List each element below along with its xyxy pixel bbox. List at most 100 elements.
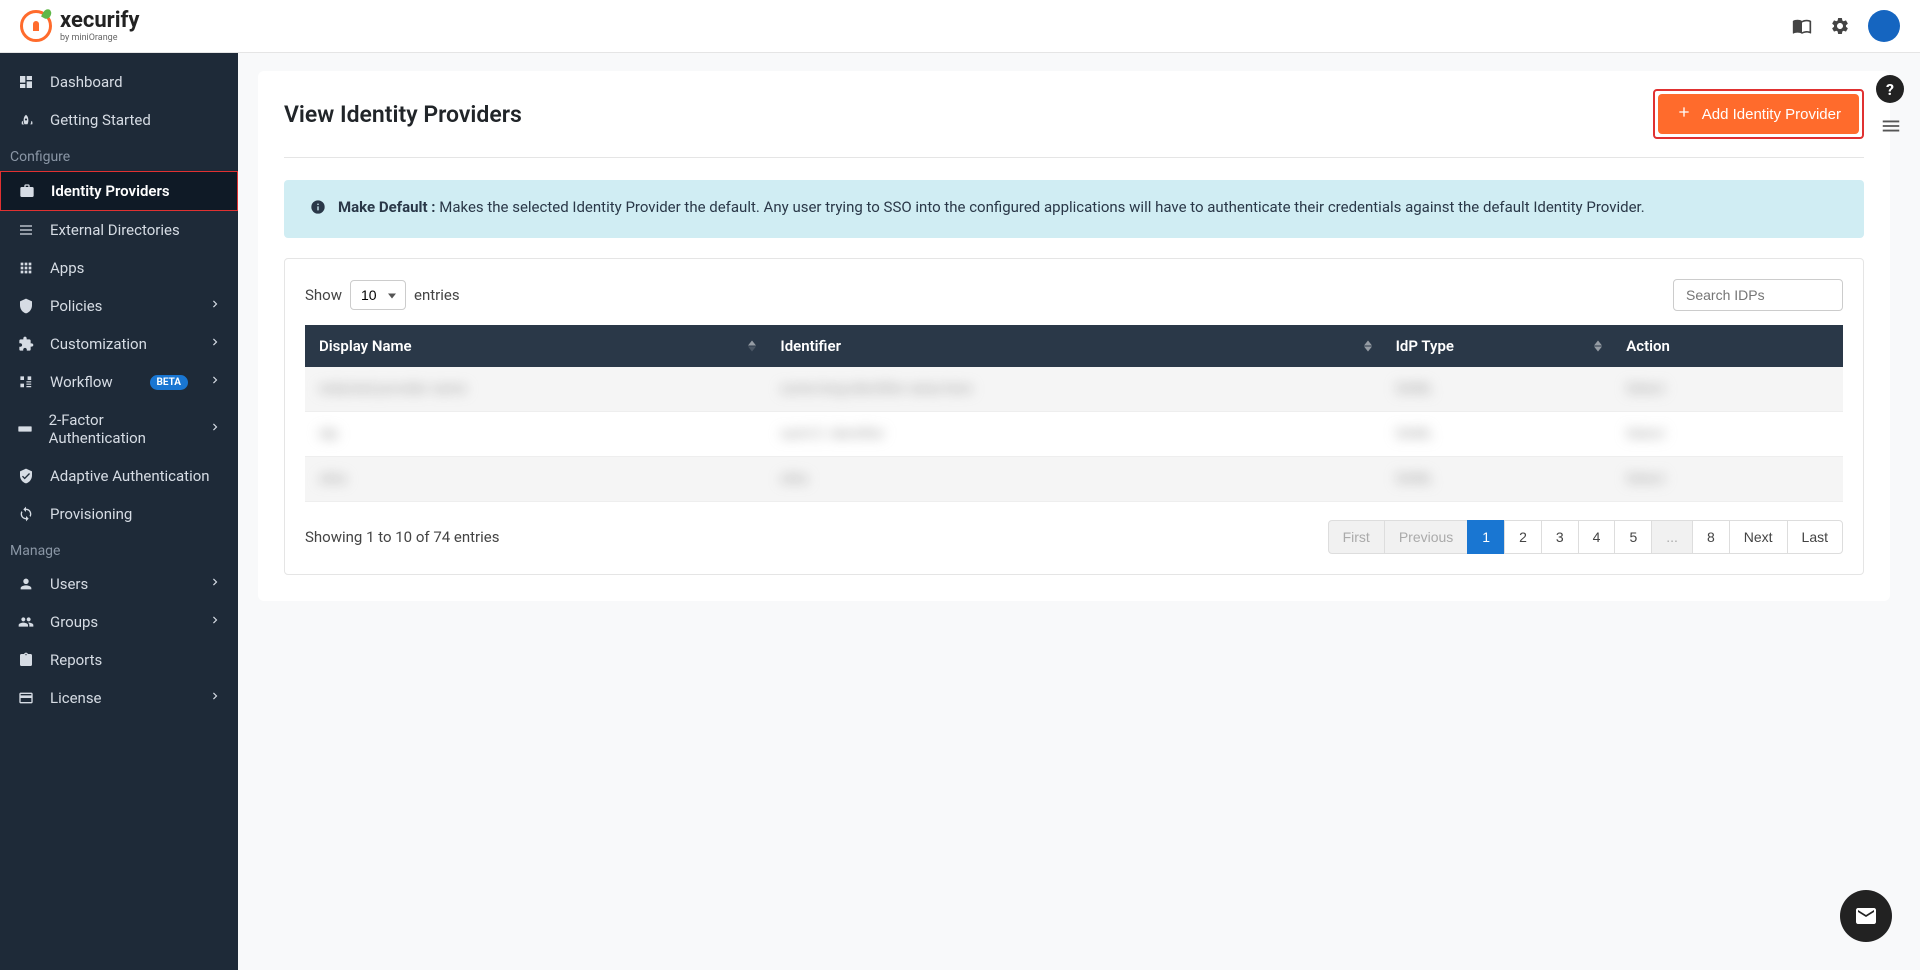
idp-table-card: Show 10 entries Display Name [284,258,1864,575]
column-idp-type[interactable]: IdP Type [1382,325,1613,367]
search-input[interactable] [1673,279,1843,311]
drawer-toggle-icon[interactable] [1880,115,1902,141]
page-first-button[interactable]: First [1328,520,1385,554]
docs-icon[interactable] [1792,16,1812,36]
info-icon [310,199,326,222]
page-next-button[interactable]: Next [1729,520,1788,554]
page-last-button[interactable]: Last [1787,520,1843,554]
sidebar-label: Reports [50,651,102,669]
list-icon [16,222,36,238]
chat-button[interactable] [1840,890,1892,942]
sidebar-label: Identity Providers [51,182,170,200]
sidebar-label: Getting Started [50,111,151,129]
gear-icon[interactable] [1830,16,1850,36]
table-row: redacted provider name some-long-identif… [305,367,1843,412]
sidebar-item-dashboard[interactable]: Dashboard [0,63,238,101]
sidebar-item-provisioning[interactable]: Provisioning [0,495,238,533]
sidebar-item-users[interactable]: Users [0,565,238,603]
page-previous-button[interactable]: Previous [1384,520,1468,554]
page-number-button[interactable]: 4 [1578,520,1616,554]
sidebar-item-workflow[interactable]: Workflow BETA [0,363,238,401]
chevron-right-icon [208,689,222,707]
briefcase-icon [17,183,37,199]
entries-select[interactable]: 10 [350,280,406,310]
sidebar-item-reports[interactable]: Reports [0,641,238,679]
sync-icon [16,506,36,522]
table-row: idp saml-2- identifier SAML Select [305,411,1843,456]
card-icon [16,690,36,706]
add-identity-provider-button[interactable]: Add Identity Provider [1658,94,1859,134]
chevron-right-icon [208,575,222,593]
sidebar-item-external-directories[interactable]: External Directories [0,211,238,249]
sidebar-label: Apps [50,259,84,277]
verified-icon [16,468,36,484]
page-number-button[interactable]: 3 [1541,520,1579,554]
chevron-right-icon [208,613,222,631]
sidebar-label: Groups [50,613,98,631]
sidebar-item-apps[interactable]: Apps [0,249,238,287]
brand-byline: by miniOrange [60,34,139,43]
beta-badge: BETA [150,375,189,390]
chevron-right-icon [208,297,222,315]
sidebar-label: Provisioning [50,505,132,523]
logo-icon [20,10,52,42]
sidebar-item-2fa[interactable]: 2-Factor Authentication [0,401,238,457]
main-content: View Identity Providers Add Identity Pro… [238,53,1920,970]
page-title: View Identity Providers [284,101,522,128]
rocket-icon [16,112,36,128]
puzzle-icon [16,336,36,352]
password-icon [16,421,35,437]
add-button-highlight: Add Identity Provider [1653,89,1864,139]
help-button[interactable]: ? [1876,75,1904,103]
sidebar-item-customization[interactable]: Customization [0,325,238,363]
plus-icon [1676,104,1692,124]
workflow-icon [16,374,36,390]
dashboard-icon [16,74,36,90]
brand-logo[interactable]: xecurify by miniOrange [20,10,139,43]
apps-icon [16,260,36,276]
user-icon [16,576,36,592]
avatar[interactable] [1868,10,1900,42]
sidebar-label: External Directories [50,221,180,239]
topbar: xecurify by miniOrange [0,0,1920,53]
chevron-right-icon [208,335,222,353]
sidebar-section-configure: Configure [0,139,238,171]
brand-name: xecurify [60,10,139,32]
page-number-button[interactable]: 1 [1467,520,1505,554]
sidebar-item-getting-started[interactable]: Getting Started [0,101,238,139]
sidebar-label: Workflow [50,373,113,391]
sidebar-item-license[interactable]: License [0,679,238,717]
sidebar: Dashboard Getting Started Configure Iden… [0,53,238,970]
chevron-right-icon [208,420,222,438]
sidebar-section-manage: Manage [0,533,238,565]
column-action: Action [1612,325,1843,367]
info-banner: Make Default : Makes the selected Identi… [284,180,1864,238]
show-label-pre: Show [305,286,342,304]
sidebar-item-adaptive-auth[interactable]: Adaptive Authentication [0,457,238,495]
chevron-right-icon [208,373,222,391]
page-number-button[interactable]: 5 [1614,520,1652,554]
sidebar-label: 2-Factor Authentication [49,411,194,447]
sidebar-label: Dashboard [50,73,123,91]
sidebar-item-identity-providers[interactable]: Identity Providers [0,171,238,211]
page-number-button[interactable]: 2 [1504,520,1542,554]
table-row: okta okta SAML Select [305,456,1843,501]
page-number-button[interactable]: 8 [1692,520,1730,554]
sidebar-item-groups[interactable]: Groups [0,603,238,641]
sidebar-item-policies[interactable]: Policies [0,287,238,325]
idp-table: Display Name Identifier IdP Type Action … [305,325,1843,502]
info-body: Makes the selected Identity Provider the… [439,198,1644,216]
page-ellipsis: ... [1651,520,1693,554]
shield-icon [16,298,36,314]
info-title: Make Default : [338,198,436,216]
column-identifier[interactable]: Identifier [766,325,1381,367]
pagination: First Previous 1 2 3 4 5 ... 8 Next Last [1329,520,1843,554]
clipboard-icon [16,652,36,668]
showing-text: Showing 1 to 10 of 74 entries [305,528,499,546]
column-display-name[interactable]: Display Name [305,325,766,367]
sidebar-label: Adaptive Authentication [50,467,210,485]
sidebar-label: License [50,689,102,707]
show-label-post: entries [414,286,460,304]
group-icon [16,614,36,630]
sidebar-label: Policies [50,297,102,315]
